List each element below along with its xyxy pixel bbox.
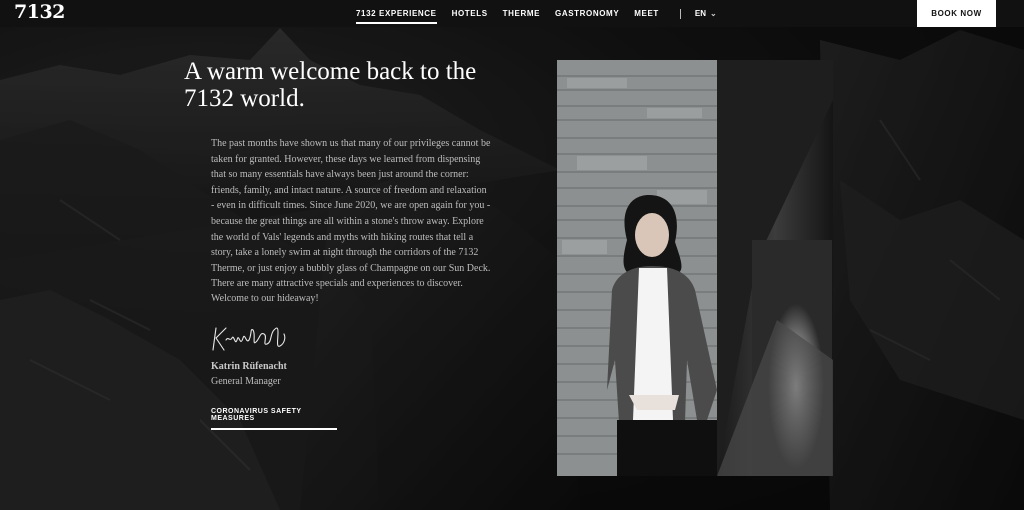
top-navigation-bar: 7132 7132 EXPERIENCE HOTELS THERME GASTR…	[0, 0, 1024, 27]
coronavirus-safety-link[interactable]: CORONAVIRUS SAFETY MEASURES	[211, 408, 337, 430]
page-headline: A warm welcome back to the 7132 world.	[184, 58, 477, 112]
language-selector[interactable]: EN ⌄	[695, 9, 717, 18]
welcome-line: Welcome to our hideaway!	[211, 293, 319, 304]
logo-7132[interactable]: 7132	[14, 1, 65, 23]
intro-paragraph: The past months have shown us that many …	[211, 138, 491, 290]
book-now-button[interactable]: BOOK NOW	[917, 0, 996, 27]
chevron-down-icon: ⌄	[710, 9, 717, 18]
nav-divider	[679, 8, 681, 19]
nav-item-gastronomy[interactable]: GASTRONOMY	[555, 9, 619, 18]
nav-item-therme[interactable]: THERME	[503, 9, 540, 18]
nav-item-meet[interactable]: MEET	[634, 9, 659, 18]
nav-item-7132-experience[interactable]: 7132 EXPERIENCE	[356, 9, 437, 24]
handwritten-signature	[210, 320, 290, 358]
nav-item-hotels[interactable]: HOTELS	[452, 9, 488, 18]
manager-portrait-photo	[557, 60, 833, 476]
main-nav: 7132 EXPERIENCE HOTELS THERME GASTRONOMY…	[356, 0, 717, 27]
signer-role: General Manager	[211, 376, 281, 387]
signer-name: Katrin Rüfenacht	[211, 361, 287, 372]
language-label: EN	[694, 9, 707, 18]
